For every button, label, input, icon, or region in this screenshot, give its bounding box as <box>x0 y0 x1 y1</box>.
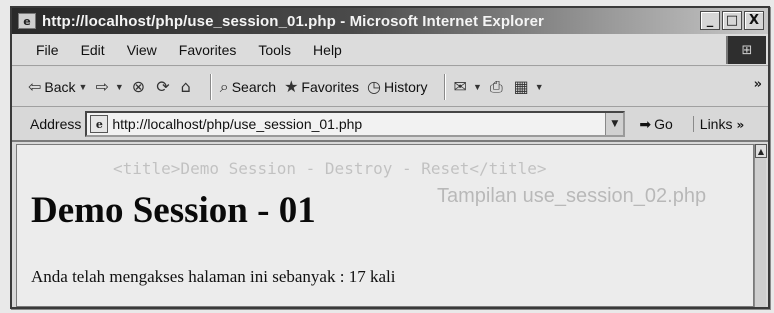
close-button[interactable]: X <box>744 11 764 30</box>
go-arrow-icon: ➡ <box>639 115 652 132</box>
address-label: Address <box>30 116 82 132</box>
refresh-button[interactable]: ⟳ <box>156 77 172 96</box>
maximize-button[interactable]: □ <box>722 11 742 30</box>
window-controls: _ □ X <box>700 11 764 30</box>
forward-button[interactable]: ⇨ ▼ <box>95 77 123 96</box>
links-more-icon: » <box>736 118 745 132</box>
toolbar-more-button[interactable]: » <box>754 77 762 92</box>
edit-dropdown-icon[interactable]: ▼ <box>535 82 544 92</box>
search-button[interactable]: ⌕ Search <box>220 77 276 97</box>
address-dropdown-icon[interactable]: ▼ <box>605 113 624 135</box>
menu-help[interactable]: Help <box>313 42 342 58</box>
forward-dropdown-icon[interactable]: ▼ <box>115 82 124 92</box>
page-icon: e <box>90 115 109 133</box>
menu-file[interactable]: File <box>36 42 59 58</box>
vertical-scrollbar[interactable]: ▲ <box>754 144 767 307</box>
page-heading: Demo Session - 01 <box>31 190 316 231</box>
search-icon: ⌕ <box>219 76 229 96</box>
home-icon: ⌂ <box>180 77 191 96</box>
mail-icon: ✉ <box>453 77 467 96</box>
browser-window: e http://localhost/php/use_session_01.ph… <box>10 6 770 309</box>
back-dropdown-icon[interactable]: ▼ <box>79 82 88 92</box>
title-bar[interactable]: e http://localhost/php/use_session_01.ph… <box>12 8 768 34</box>
mail-button[interactable]: ✉ ▼ <box>454 77 482 96</box>
address-input[interactable]: e http://localhost/php/use_session_01.ph… <box>85 111 626 137</box>
stop-icon: ⊗ <box>131 77 146 96</box>
forward-arrow-icon: ⇨ <box>95 77 109 96</box>
menu-view[interactable]: View <box>127 42 157 58</box>
print-button[interactable]: ⎙ <box>490 77 506 97</box>
favorites-button[interactable]: ★ Favorites <box>284 77 359 96</box>
toolbar-separator <box>443 73 446 100</box>
go-button[interactable]: ➡ Go <box>639 116 672 133</box>
back-label: Back <box>44 78 76 95</box>
menu-tools[interactable]: Tools <box>258 42 291 58</box>
back-arrow-icon: ⇦ <box>28 77 42 96</box>
menu-edit[interactable]: Edit <box>81 42 105 58</box>
window-title: http://localhost/php/use_session_01.php … <box>42 12 544 30</box>
links-button[interactable]: Links» <box>692 116 745 132</box>
favorites-label: Favorites <box>301 78 359 95</box>
menu-bar: File Edit View Favorites Tools Help ⊞ <box>12 34 768 66</box>
history-icon: ◷ <box>367 77 381 96</box>
links-label: Links <box>699 116 733 132</box>
print-icon: ⎙ <box>489 76 503 96</box>
go-label: Go <box>654 116 673 132</box>
toolbar-separator <box>209 73 212 100</box>
favorites-icon: ★ <box>284 77 299 96</box>
scroll-up-icon[interactable]: ▲ <box>755 144 767 158</box>
back-button[interactable]: ⇦ Back ▼ <box>28 77 87 96</box>
windows-logo-icon: ⊞ <box>726 36 766 64</box>
minimize-button[interactable]: _ <box>700 11 720 30</box>
address-bar: Address e http://localhost/php/use_sessi… <box>12 108 768 142</box>
refresh-icon: ⟳ <box>156 77 170 96</box>
search-label: Search <box>231 78 277 95</box>
standard-toolbar: ⇦ Back ▼ ⇨ ▼ ⊗ ⟳ ⌂ ⌕ Search ★ Favorites … <box>12 67 768 107</box>
ie-icon: e <box>18 13 36 29</box>
page-text: Anda telah mengakses halaman ini sebanya… <box>31 267 396 286</box>
address-url[interactable]: http://localhost/php/use_session_01.php <box>112 116 362 132</box>
menu-favorites[interactable]: Favorites <box>179 42 237 58</box>
stop-button[interactable]: ⊗ <box>132 77 148 96</box>
page-content: <title>Demo Session - Destroy - Reset</t… <box>16 144 754 307</box>
history-button[interactable]: ◷ History <box>367 77 428 96</box>
show-through-text: Tampilan use_session_02.php <box>437 185 707 207</box>
mail-dropdown-icon[interactable]: ▼ <box>473 82 482 92</box>
show-through-text: <title>Demo Session - Destroy - Reset</t… <box>113 159 547 178</box>
home-button[interactable]: ⌂ <box>181 77 194 96</box>
edit-icon: ▦ <box>513 77 529 96</box>
edit-button[interactable]: ▦ ▼ <box>514 77 544 96</box>
history-label: History <box>383 78 428 95</box>
